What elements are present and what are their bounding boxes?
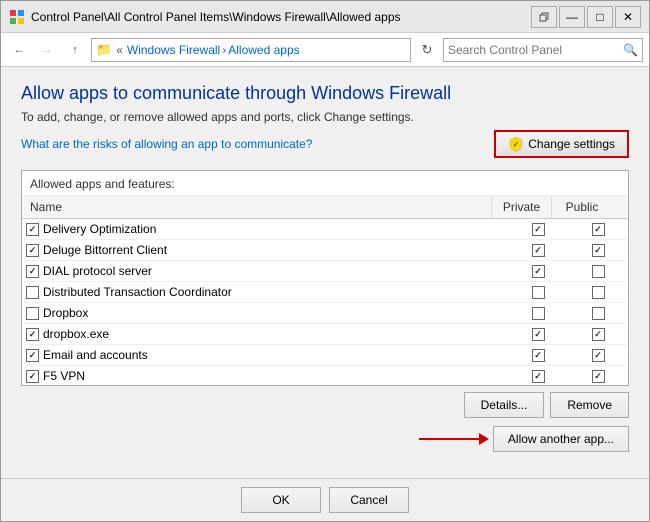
table-row[interactable]: Distributed Transaction Coordinator bbox=[22, 282, 628, 303]
breadcrumb-windows-firewall[interactable]: Windows Firewall bbox=[127, 43, 220, 57]
search-input[interactable] bbox=[448, 43, 623, 57]
cancel-button[interactable]: Cancel bbox=[329, 487, 409, 513]
app-row-checkbox[interactable] bbox=[26, 349, 39, 362]
app-row-checkbox[interactable] bbox=[26, 286, 39, 299]
app-private-checkbox[interactable] bbox=[508, 242, 568, 259]
allow-another-row: Allow another app... bbox=[21, 426, 629, 452]
app-row-checkbox[interactable] bbox=[26, 244, 39, 257]
col-header-name: Name bbox=[22, 196, 492, 218]
app-name-cell: Dropbox bbox=[22, 303, 508, 323]
change-settings-label: Change settings bbox=[528, 137, 615, 151]
app-row-name: DIAL protocol server bbox=[43, 264, 152, 278]
arrow-line bbox=[419, 438, 479, 440]
app-private-checkbox[interactable] bbox=[508, 263, 568, 280]
title-bar-text: Control Panel\All Control Panel Items\Wi… bbox=[31, 10, 531, 24]
back-button[interactable]: ← bbox=[7, 38, 31, 62]
window-icon bbox=[9, 9, 25, 25]
change-settings-button[interactable]: ✓ Change settings bbox=[494, 130, 629, 158]
app-private-checkbox[interactable] bbox=[508, 221, 568, 238]
bottom-action-buttons: Details... Remove bbox=[21, 392, 629, 418]
window-controls: — □ ✕ bbox=[531, 6, 641, 28]
col-header-private: Private bbox=[492, 196, 552, 218]
search-box[interactable]: 🔍 bbox=[443, 38, 643, 62]
app-public-checkbox[interactable] bbox=[568, 347, 628, 364]
app-row-checkbox[interactable] bbox=[26, 307, 39, 320]
apps-table: Name Private Public Delivery Optimizatio… bbox=[22, 196, 628, 385]
table-row[interactable]: DIAL protocol server bbox=[22, 261, 628, 282]
app-row-name: F5 VPN bbox=[43, 369, 85, 383]
app-name-cell: Deluge Bittorrent Client bbox=[22, 240, 508, 260]
app-row-name: Email and accounts bbox=[43, 348, 148, 362]
shield-icon: ✓ bbox=[508, 136, 524, 152]
apps-container: Allowed apps and features: Name Private … bbox=[21, 170, 629, 386]
main-content: Allow apps to communicate through Window… bbox=[1, 67, 649, 468]
search-icon: 🔍 bbox=[623, 43, 638, 57]
app-public-checkbox[interactable] bbox=[568, 263, 628, 280]
app-name-cell: F5 VPN bbox=[22, 366, 508, 385]
ok-cancel-row: OK Cancel bbox=[1, 478, 649, 521]
minimize-button[interactable]: — bbox=[559, 6, 585, 28]
table-header: Name Private Public bbox=[22, 196, 628, 219]
app-name-cell: DIAL protocol server bbox=[22, 261, 508, 281]
table-row[interactable]: Deluge Bittorrent Client bbox=[22, 240, 628, 261]
app-private-checkbox[interactable] bbox=[508, 368, 568, 385]
up-button[interactable]: ↑ bbox=[63, 38, 87, 62]
app-public-checkbox[interactable] bbox=[568, 242, 628, 259]
apps-section-header: Allowed apps and features: bbox=[22, 171, 628, 196]
table-row[interactable]: Dropbox bbox=[22, 303, 628, 324]
table-row[interactable]: Delivery Optimization bbox=[22, 219, 628, 240]
app-row-name: dropbox.exe bbox=[43, 327, 109, 341]
app-name-cell: dropbox.exe bbox=[22, 324, 508, 344]
app-row-checkbox[interactable] bbox=[26, 328, 39, 341]
arrow-annotation bbox=[419, 433, 489, 445]
folder-icon: 📁 bbox=[96, 42, 112, 58]
page-title: Allow apps to communicate through Window… bbox=[21, 83, 629, 104]
table-body: Delivery Optimization Deluge Bittorrent C… bbox=[22, 219, 628, 385]
arrow-head bbox=[479, 433, 489, 445]
breadcrumb-arrow: › bbox=[222, 43, 226, 57]
app-name-cell: Email and accounts bbox=[22, 345, 508, 365]
table-row[interactable]: dropbox.exe bbox=[22, 324, 628, 345]
address-bar: ← → ↑ 📁 « Windows Firewall › Allowed app… bbox=[1, 33, 649, 67]
app-name-cell: Delivery Optimization bbox=[22, 219, 508, 239]
app-private-checkbox[interactable] bbox=[508, 347, 568, 364]
maximize-button[interactable]: □ bbox=[587, 6, 613, 28]
address-breadcrumb[interactable]: 📁 « Windows Firewall › Allowed apps bbox=[91, 38, 411, 62]
app-row-checkbox[interactable] bbox=[26, 223, 39, 236]
app-row-name: Deluge Bittorrent Client bbox=[43, 243, 167, 257]
help-link[interactable]: What are the risks of allowing an app to… bbox=[21, 137, 312, 151]
title-bar: Control Panel\All Control Panel Items\Wi… bbox=[1, 1, 649, 33]
forward-button[interactable]: → bbox=[35, 38, 59, 62]
app-public-checkbox[interactable] bbox=[568, 284, 628, 301]
svg-text:✓: ✓ bbox=[513, 140, 520, 149]
app-row-name: Distributed Transaction Coordinator bbox=[43, 285, 232, 299]
app-public-checkbox[interactable] bbox=[568, 221, 628, 238]
table-row[interactable]: F5 VPN bbox=[22, 366, 628, 385]
app-private-checkbox[interactable] bbox=[508, 305, 568, 322]
refresh-button[interactable]: ↻ bbox=[415, 38, 439, 62]
breadcrumb-allowed-apps[interactable]: Allowed apps bbox=[228, 43, 299, 57]
col-header-public: Public bbox=[552, 196, 612, 218]
close-button[interactable]: ✕ bbox=[615, 6, 641, 28]
table-row[interactable]: Email and accounts bbox=[22, 345, 628, 366]
ok-button[interactable]: OK bbox=[241, 487, 321, 513]
app-private-checkbox[interactable] bbox=[508, 284, 568, 301]
app-private-checkbox[interactable] bbox=[508, 326, 568, 343]
link-row: What are the risks of allowing an app to… bbox=[21, 130, 629, 158]
app-name-cell: Distributed Transaction Coordinator bbox=[22, 282, 508, 302]
app-row-checkbox[interactable] bbox=[26, 265, 39, 278]
app-public-checkbox[interactable] bbox=[568, 326, 628, 343]
app-public-checkbox[interactable] bbox=[568, 305, 628, 322]
breadcrumb-separator1: « bbox=[116, 43, 123, 57]
app-row-name: Dropbox bbox=[43, 306, 88, 320]
app-row-checkbox[interactable] bbox=[26, 370, 39, 383]
main-window: Control Panel\All Control Panel Items\Wi… bbox=[0, 0, 650, 522]
details-button[interactable]: Details... bbox=[464, 392, 545, 418]
app-row-name: Delivery Optimization bbox=[43, 222, 156, 236]
remove-button[interactable]: Remove bbox=[550, 392, 629, 418]
page-description: To add, change, or remove allowed apps a… bbox=[21, 110, 629, 124]
app-public-checkbox[interactable] bbox=[568, 368, 628, 385]
restore-button[interactable] bbox=[531, 6, 557, 28]
allow-another-button[interactable]: Allow another app... bbox=[493, 426, 629, 452]
